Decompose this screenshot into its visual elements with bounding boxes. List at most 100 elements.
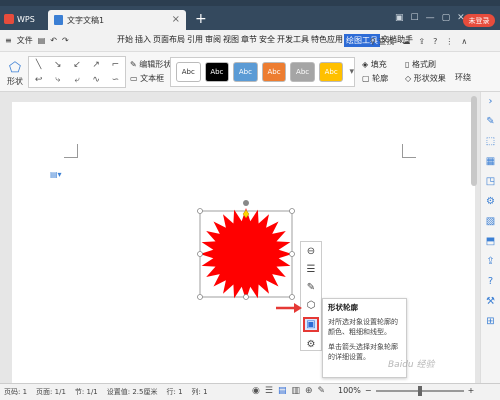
menu-tab[interactable]: 审阅: [204, 34, 222, 47]
property-icon[interactable]: ⚙: [486, 196, 495, 207]
resize-handle[interactable]: [243, 294, 249, 300]
share-icon[interactable]: ⇪: [418, 37, 425, 46]
new-tab-button[interactable]: +: [195, 11, 207, 27]
collapse-circle-icon[interactable]: ⊖: [303, 246, 319, 258]
vertical-scrollbar[interactable]: [470, 92, 478, 192]
menu-tab[interactable]: 引用: [186, 34, 204, 47]
line-icon[interactable]: ↙: [73, 60, 81, 70]
style-swatch[interactable]: Abc: [176, 62, 201, 82]
menu-tab[interactable]: 安全: [258, 34, 276, 47]
line-icon[interactable]: ∿: [92, 75, 100, 85]
star-shape[interactable]: [200, 208, 292, 300]
sync-icon[interactable]: ☁: [402, 37, 410, 46]
menu-tab[interactable]: 开发工具: [276, 34, 310, 47]
menu-tab[interactable]: 开始: [116, 34, 134, 47]
fill-bucket-icon[interactable]: ⬡: [303, 299, 319, 311]
outline-button[interactable]: ▢ 轮廓: [362, 72, 388, 86]
status-section: 节: 1/1: [74, 388, 98, 396]
skin-icon[interactable]: ☐: [411, 13, 419, 23]
zoom-knob[interactable]: [417, 385, 422, 396]
file-menu[interactable]: 文件: [17, 35, 33, 46]
document-tab-label: 文字文稿1: [67, 15, 105, 25]
web-view-icon[interactable]: ⊕: [305, 386, 313, 396]
tools-icon[interactable]: ⚒: [486, 296, 495, 307]
tab-list-icon[interactable]: ▣: [395, 13, 404, 23]
help-panel-icon[interactable]: ?: [488, 276, 493, 287]
grid-icon[interactable]: ⊞: [486, 316, 494, 327]
table-icon[interactable]: ▦: [486, 156, 495, 167]
resize-handle[interactable]: [289, 294, 295, 300]
menu-tab[interactable]: 视图: [222, 34, 240, 47]
menu-tab[interactable]: 章节: [240, 34, 258, 47]
style-gallery-more-icon[interactable]: ▾: [349, 67, 354, 77]
style-icon[interactable]: ✎: [486, 116, 494, 127]
write-view-icon[interactable]: ✎: [318, 386, 326, 396]
wps-home-tab[interactable]: WPS: [4, 10, 42, 28]
line-icon[interactable]: ↗: [92, 60, 100, 70]
line-icon[interactable]: ⌐: [112, 60, 120, 70]
resize-handle[interactable]: [197, 251, 203, 257]
pen-icon[interactable]: ✎: [303, 282, 319, 294]
page-view-icon[interactable]: ▤: [278, 386, 287, 396]
resize-handle[interactable]: [289, 251, 295, 257]
zoom-value[interactable]: 100%: [338, 386, 361, 395]
document-tab[interactable]: 文字文稿1 ×: [48, 10, 186, 30]
undo-icon[interactable]: ↶: [50, 36, 57, 45]
resize-handle[interactable]: [197, 294, 203, 300]
wrap-button[interactable]: 环绕: [455, 72, 471, 83]
select-icon[interactable]: ⬚: [486, 136, 495, 147]
style-swatch[interactable]: Abc: [318, 62, 344, 82]
style-swatch[interactable]: Abc: [261, 62, 287, 82]
format-painter-button[interactable]: ▯ 格式刷: [405, 58, 446, 72]
zoom-slider[interactable]: [375, 385, 464, 396]
more-options-icon[interactable]: ⚙: [303, 338, 319, 350]
zoom-out-icon[interactable]: −: [365, 386, 372, 395]
backup-icon[interactable]: ⬒: [486, 236, 495, 247]
line-gallery[interactable]: ╲ ↘ ↙ ↗ ⌐ ↩ ⤷ ⤶ ∿ ∽: [28, 56, 126, 88]
menu-tab[interactable]: 页面布局: [152, 34, 186, 47]
help-icon[interactable]: ?: [433, 37, 437, 46]
more-icon[interactable]: ⋮: [445, 37, 453, 46]
resize-handle[interactable]: [289, 208, 295, 214]
shape-effects-button[interactable]: ◇ 形状效果: [405, 72, 446, 86]
outline-view-icon[interactable]: ☰: [265, 386, 273, 396]
zoom-in-icon[interactable]: +: [468, 386, 475, 395]
line-icon[interactable]: ∽: [112, 75, 120, 85]
style-swatch[interactable]: Abc: [233, 62, 258, 82]
selected-shape[interactable]: [197, 200, 297, 300]
share-panel-icon[interactable]: ⇪: [486, 256, 494, 267]
line-icon[interactable]: ╲: [36, 60, 41, 70]
maximize-icon[interactable]: ▢: [442, 13, 451, 23]
shape-button[interactable]: ⬠ 形状: [4, 60, 26, 87]
image-icon[interactable]: ▧: [486, 216, 495, 227]
line-icon[interactable]: ↘: [54, 60, 62, 70]
shape-panel-icon[interactable]: ◳: [486, 176, 495, 187]
menu-tab[interactable]: 特色应用: [310, 34, 344, 47]
minimize-icon[interactable]: —: [426, 13, 435, 23]
fill-button[interactable]: ◈ 填充: [362, 58, 388, 72]
line-icon[interactable]: ⤷: [55, 75, 60, 85]
search-button[interactable]: ⚲ 查找: [370, 36, 394, 47]
sidebar-arrow-icon[interactable]: ›: [489, 96, 493, 107]
save-icon[interactable]: ▤: [38, 36, 46, 45]
line-icon[interactable]: ⤶: [74, 75, 79, 85]
menu-tab[interactable]: 插入: [134, 34, 152, 47]
collapse-icon[interactable]: ∧: [461, 37, 467, 46]
redo-icon[interactable]: ↷: [62, 36, 69, 45]
style-swatch[interactable]: Abc: [204, 62, 230, 82]
shape-outline-icon[interactable]: ▣: [303, 317, 319, 333]
style-swatch[interactable]: Abc: [290, 62, 315, 82]
resize-handle[interactable]: [197, 208, 203, 214]
rotate-handle[interactable]: [243, 200, 249, 206]
layout-options-icon[interactable]: ☰: [303, 264, 319, 276]
login-button[interactable]: 未登录: [463, 14, 495, 27]
scroll-thumb[interactable]: [471, 96, 477, 186]
textbox-button[interactable]: ▭ 文本框: [130, 72, 171, 86]
close-tab-icon[interactable]: ×: [172, 14, 180, 25]
eye-icon[interactable]: ◉: [252, 386, 260, 396]
line-icon[interactable]: ↩: [35, 75, 43, 85]
read-view-icon[interactable]: ▥: [291, 386, 300, 396]
hamburger-icon[interactable]: ≡: [5, 36, 12, 45]
paragraph-icon[interactable]: ▤▾: [50, 170, 62, 179]
edit-shape-button[interactable]: ✎ 编辑形状: [130, 58, 171, 72]
